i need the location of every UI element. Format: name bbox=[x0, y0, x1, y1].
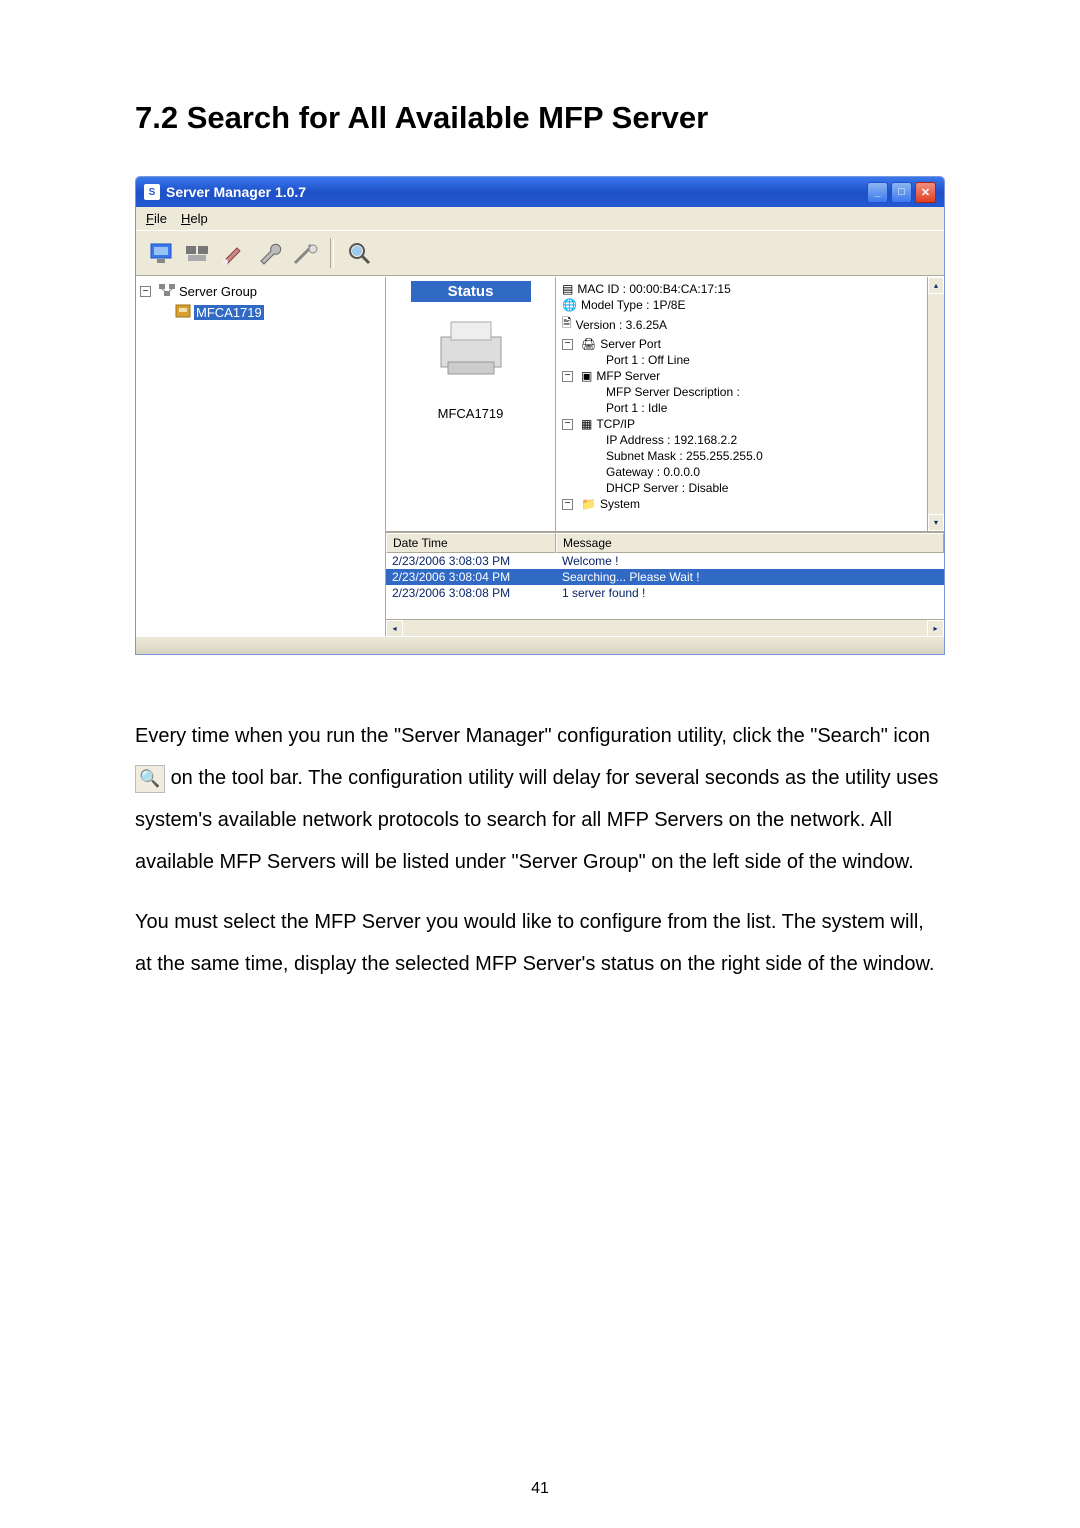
globe-icon: 🌐 bbox=[562, 298, 577, 312]
app-icon: S bbox=[144, 184, 160, 200]
toolbar-btn-5[interactable] bbox=[288, 236, 322, 270]
version-icon: 🖹 bbox=[562, 314, 572, 335]
detail-port1-offline: Port 1 : Off Line bbox=[606, 353, 690, 367]
tree-collapse-icon[interactable]: − bbox=[140, 286, 151, 297]
tree-pane: − Server Group MFCA1719 bbox=[136, 277, 386, 636]
detail-version: Version : 3.6.25A bbox=[576, 318, 667, 332]
para1b: on the tool bar. The configuration utili… bbox=[135, 767, 938, 873]
tree-expand-icon[interactable]: − bbox=[562, 499, 573, 510]
maximize-button[interactable]: □ bbox=[891, 182, 912, 203]
tree-expand-icon[interactable]: − bbox=[562, 339, 573, 350]
scroll-right-icon[interactable]: ▸ bbox=[927, 620, 944, 637]
statusbar bbox=[136, 636, 944, 654]
folder-icon: 📁 bbox=[581, 497, 596, 511]
server-icon bbox=[174, 303, 192, 322]
log-row[interactable]: 2/23/2006 3:08:03 PM Welcome ! bbox=[386, 553, 944, 569]
window-title: Server Manager 1.0.7 bbox=[166, 184, 306, 200]
devices-icon bbox=[183, 239, 211, 267]
log-cell-msg: Searching... Please Wait ! bbox=[556, 569, 944, 585]
toolbar-separator bbox=[330, 238, 334, 268]
log-row[interactable]: 2/23/2006 3:08:08 PM 1 server found ! bbox=[386, 585, 944, 601]
detail-port1-idle: Port 1 : Idle bbox=[606, 401, 667, 415]
para2: You must select the MFP Server you would… bbox=[135, 901, 945, 985]
minimize-button[interactable]: _ bbox=[867, 182, 888, 203]
status-device-name: MFCA1719 bbox=[386, 406, 555, 421]
monitor-icon bbox=[147, 239, 175, 267]
scroll-left-icon[interactable]: ◂ bbox=[386, 620, 403, 637]
log-row[interactable]: 2/23/2006 3:08:04 PM Searching... Please… bbox=[386, 569, 944, 585]
log-cell-msg: Welcome ! bbox=[556, 553, 944, 569]
log-header-msg[interactable]: Message bbox=[556, 533, 944, 553]
detail-server-port: Server Port bbox=[600, 337, 661, 351]
log-cell-msg: 1 server found ! bbox=[556, 585, 944, 601]
detail-subnet: Subnet Mask : 255.255.255.0 bbox=[606, 449, 763, 463]
detail-system: System bbox=[600, 497, 640, 511]
menubar: File Help bbox=[136, 207, 944, 230]
detail-mac: MAC ID : 00:00:B4:CA:17:15 bbox=[577, 282, 730, 296]
para1a: Every time when you run the "Server Mana… bbox=[135, 725, 930, 747]
toolbar-btn-4[interactable] bbox=[252, 236, 286, 270]
page-number: 41 bbox=[531, 1480, 549, 1498]
search-icon bbox=[345, 239, 373, 267]
status-header: Status bbox=[411, 281, 531, 302]
scrollbar-vertical[interactable]: ▴ ▾ bbox=[927, 277, 944, 531]
chip-icon: ▤ bbox=[562, 282, 573, 296]
log-cell-time: 2/23/2006 3:08:03 PM bbox=[386, 553, 556, 569]
detail-ip: IP Address : 192.168.2.2 bbox=[606, 433, 737, 447]
toolbar-btn-2[interactable] bbox=[180, 236, 214, 270]
body-paragraphs: Every time when you run the "Server Mana… bbox=[135, 715, 945, 985]
toolbar-btn-3[interactable] bbox=[216, 236, 250, 270]
scroll-down-icon[interactable]: ▾ bbox=[928, 514, 944, 531]
tree-expand-icon[interactable]: − bbox=[562, 371, 573, 382]
inline-search-icon bbox=[135, 765, 165, 793]
wrench-icon bbox=[255, 239, 283, 267]
tcpip-icon: ▦ bbox=[581, 417, 592, 431]
status-pane: Status MFCA1719 bbox=[386, 277, 556, 531]
detail-model: Model Type : 1P/8E bbox=[581, 298, 686, 312]
details-pane: ▤ MAC ID : 00:00:B4:CA:17:15 🌐 Model Type … bbox=[556, 277, 944, 531]
log-table: Date Time Message 2/23/2006 3:08:03 PM W… bbox=[386, 532, 944, 636]
tree-expand-icon[interactable]: − bbox=[562, 419, 573, 430]
log-cell-time: 2/23/2006 3:08:04 PM bbox=[386, 569, 556, 585]
detail-tcpip: TCP/IP bbox=[596, 417, 635, 431]
section-heading: 7.2 Search for All Available MFP Server bbox=[135, 100, 945, 136]
scroll-up-icon[interactable]: ▴ bbox=[928, 277, 944, 294]
printer-icon bbox=[386, 312, 555, 396]
detail-dhcp: DHCP Server : Disable bbox=[606, 481, 728, 495]
brush-icon bbox=[219, 239, 247, 267]
tree-root-label[interactable]: Server Group bbox=[179, 284, 257, 299]
detail-gateway: Gateway : 0.0.0.0 bbox=[606, 465, 700, 479]
toolbar-btn-1[interactable] bbox=[144, 236, 178, 270]
toolbar-search-button[interactable] bbox=[342, 236, 376, 270]
mfp-icon: ▣ bbox=[581, 369, 592, 383]
tool-icon bbox=[291, 239, 319, 267]
tree-server-item[interactable]: MFCA1719 bbox=[194, 305, 264, 320]
toolbar bbox=[136, 230, 944, 276]
titlebar: S Server Manager 1.0.7 _ □ ✕ bbox=[136, 177, 944, 207]
server-manager-window: S Server Manager 1.0.7 _ □ ✕ File Help bbox=[135, 176, 945, 655]
port-icon: 🖨 bbox=[581, 337, 596, 351]
menu-file[interactable]: File bbox=[140, 209, 173, 228]
log-header-time[interactable]: Date Time bbox=[386, 533, 556, 553]
menu-help[interactable]: Help bbox=[175, 209, 214, 228]
network-icon bbox=[157, 282, 177, 301]
log-cell-time: 2/23/2006 3:08:08 PM bbox=[386, 585, 556, 601]
close-button[interactable]: ✕ bbox=[915, 182, 936, 203]
detail-mfp-server: MFP Server bbox=[596, 369, 660, 383]
scrollbar-horizontal[interactable]: ◂ ▸ bbox=[386, 619, 944, 636]
detail-mfp-desc: MFP Server Description : bbox=[606, 385, 740, 399]
